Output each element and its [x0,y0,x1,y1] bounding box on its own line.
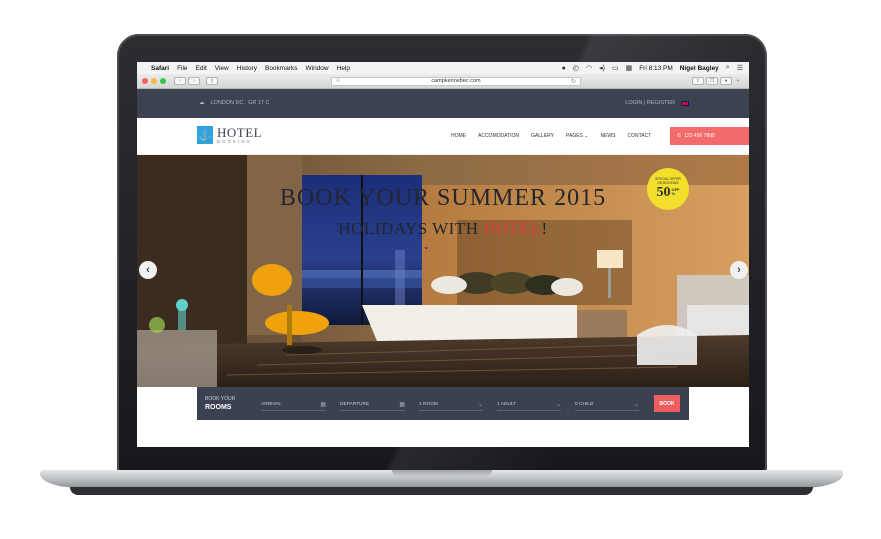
adults-select[interactable]: 1 ADULT ⌄ [497,399,561,411]
site-logo[interactable]: ⚓ HOTEL BOOKING [197,126,262,145]
calendar-icon: ▦ [320,402,326,408]
volume-icon[interactable]: ◂) [599,64,605,72]
children-select[interactable]: 0 CHILD ⌄ [575,399,639,411]
minimize-window-button[interactable] [151,78,157,84]
notification-center-icon[interactable]: ☰ [737,64,743,72]
phone-icon: ✆ [677,133,682,139]
phone-button[interactable]: ✆ 123 456 7890 [670,127,749,145]
battery-icon[interactable]: ▭ [612,64,619,72]
offer-badge-value: 50 OFF% [656,184,680,200]
menu-help[interactable]: Help [337,65,350,72]
close-window-button[interactable] [142,78,148,84]
nav-news[interactable]: NEWS [600,133,615,139]
nav-home[interactable]: HOME [451,133,466,139]
status-icon[interactable]: ● [562,65,566,72]
nav-pages[interactable]: PAGES ⌄ [566,133,588,139]
slider-prev-button[interactable]: ‹ [139,261,157,279]
nav-contact[interactable]: CONTACT [627,133,651,139]
site-topbar: ☁ LONDON DC , GR 17 C LOGIN | REGISTER [137,89,749,118]
uk-flag-icon[interactable] [681,100,689,106]
reload-icon[interactable]: ↻ [571,78,576,85]
logo-sub-text: BOOKING [217,139,253,144]
menu-view[interactable]: View [215,65,229,72]
new-tab-icon[interactable]: + [734,77,742,85]
chevron-down-icon: ⌄ [555,402,561,408]
arrival-date-field[interactable]: ARRIVAL ▦ [261,399,326,411]
laptop-screen: Safari File Edit View History Bookmarks … [137,62,749,447]
menu-edit[interactable]: Edit [196,65,207,72]
menubar-user[interactable]: Nigel Bagley [680,65,719,72]
mac-menubar: Safari File Edit View History Bookmarks … [137,62,749,74]
laptop-base [40,470,843,488]
hero-subtitle-highlight: HOTEL [483,219,542,238]
hero-subtitle: HOLIDAYS WITH HOTEL! [338,219,548,238]
chevron-down-icon: ⌄ [584,133,589,139]
menu-bookmarks[interactable]: Bookmarks [265,65,298,72]
extension-icon[interactable]: ● [720,77,732,85]
sidebar-toggle-icon[interactable]: ▯ [206,77,218,85]
rooms-select[interactable]: 1 ROOM ⌄ [419,399,483,411]
share-icon[interactable]: ⇧ [692,77,704,85]
logo-main-text: HOTEL [217,125,263,140]
scroll-chevron-icon: ⌄ [423,242,430,251]
site-navbar: ⚓ HOTEL BOOKING HOME ACCOMODATION GALLER… [137,118,749,155]
tabs-overview-icon[interactable]: ❐ [706,77,718,85]
phone-number: 123 456 7890 [684,133,715,139]
forward-button[interactable]: › [188,77,200,85]
booking-form: BOOK YOUR ROOMS ARRIVAL ▦ DEPARTURE ▦ 1 RO… [197,387,689,420]
flag-icon[interactable]: ▦ [626,64,633,72]
anchor-icon: ⚓ [197,126,213,145]
calendar-icon: ▦ [399,402,405,408]
chevron-down-icon: ⌄ [633,402,639,408]
menu-history[interactable]: History [237,65,257,72]
spotlight-icon[interactable]: ⌕ [726,64,730,72]
back-button[interactable]: ‹ [174,77,186,85]
chevron-down-icon: ⌄ [477,402,483,408]
address-bar[interactable]: ≡ campkennebec.com ↻ [331,76,581,86]
menu-window[interactable]: Window [306,65,329,72]
zoom-window-button[interactable] [160,78,166,84]
nav-gallery[interactable]: GALLERY [531,133,554,139]
location-weather-text: LONDON DC , GR 17 C [210,100,270,106]
book-button[interactable]: BOOK [654,395,680,412]
nav-accomodation[interactable]: ACCOMODATION [478,133,519,139]
slider-next-button[interactable]: › [730,261,748,279]
url-text: campkennebec.com [431,78,481,84]
safari-toolbar: ‹ › ▯ ≡ campkennebec.com ↻ ⇧ ❐ ● + [137,74,749,89]
departure-date-field[interactable]: DEPARTURE ▦ [340,399,405,411]
menubar-datetime[interactable]: Fri 8:13 PM [639,65,673,72]
login-register-link[interactable]: LOGIN | REGISTER [625,100,675,106]
wifi-icon[interactable]: ◠ [586,64,592,72]
menu-file[interactable]: File [177,65,187,72]
main-menu: HOME ACCOMODATION GALLERY PAGES ⌄ NEWS C… [451,133,651,139]
menu-app-name[interactable]: Safari [151,65,169,72]
booking-label: BOOK YOUR ROOMS [205,396,236,411]
reader-icon[interactable]: ≡ [336,78,340,84]
hero-slider: BOOK YOUR SUMMER 2015 HOLIDAYS WITH HOTE… [137,155,749,387]
laptop-foot [70,487,813,495]
weather-icon: ☁ [199,100,205,106]
time-machine-icon[interactable]: ◴ [573,64,579,72]
laptop-mockup: Safari File Edit View History Bookmarks … [0,0,881,539]
special-offer-badge[interactable]: SPECIAL OFFER ON BOOKING 50 OFF% [647,168,689,210]
